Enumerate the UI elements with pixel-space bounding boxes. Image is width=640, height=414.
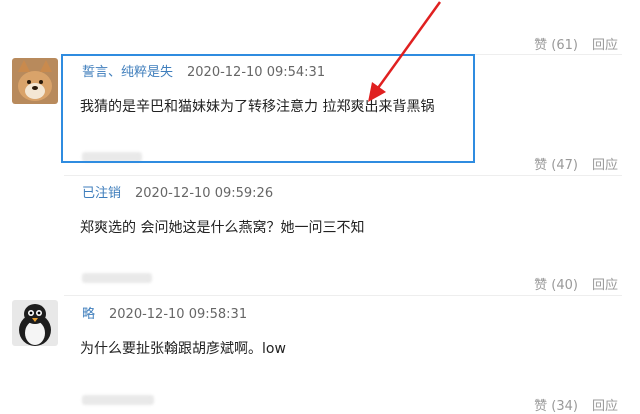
annotation-arrow-icon <box>368 1 442 102</box>
